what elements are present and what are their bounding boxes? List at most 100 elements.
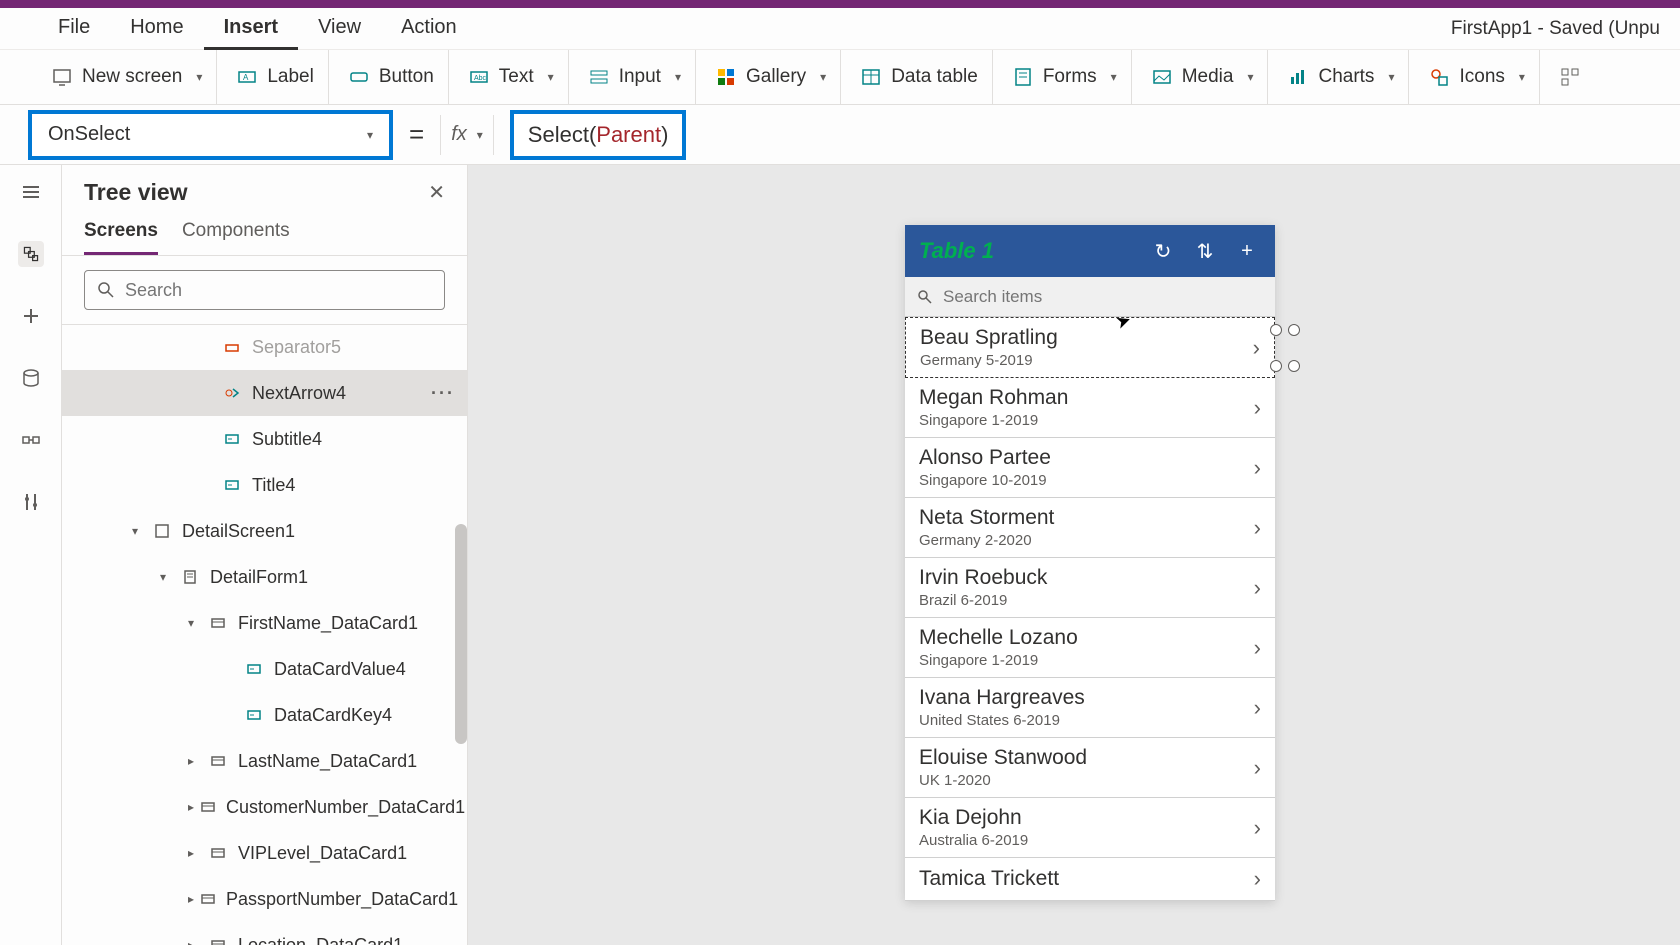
chevron-right-icon[interactable]: › xyxy=(1254,866,1261,892)
chevron-right-icon[interactable]: › xyxy=(1254,455,1261,481)
gallery-item-title: Ivana Hargreaves xyxy=(919,686,1254,710)
gallery-item[interactable]: Alonso ParteeSingapore 10-2019› xyxy=(905,438,1275,498)
expand-icon[interactable]: ▸ xyxy=(188,846,202,860)
formula-paren-close: ) xyxy=(661,122,668,148)
chevron-right-icon[interactable]: › xyxy=(1254,635,1261,661)
tree-item[interactable]: Title4 xyxy=(62,462,467,508)
preview-search[interactable] xyxy=(905,277,1275,317)
property-dropdown[interactable]: OnSelect ▾ xyxy=(28,110,393,160)
chevron-right-icon[interactable]: › xyxy=(1253,335,1260,361)
chevron-right-icon[interactable]: › xyxy=(1254,815,1261,841)
media-button[interactable]: Media ▾ xyxy=(1138,50,1269,104)
canvas[interactable]: Table 1 ↻ ⇅ + Beau SpratlingGermany 5-20… xyxy=(468,165,1680,945)
tree-item[interactable]: Subtitle4 xyxy=(62,416,467,462)
chevron-right-icon[interactable]: › xyxy=(1254,695,1261,721)
menu-insert[interactable]: Insert xyxy=(204,8,298,50)
gallery-item[interactable]: Neta StormentGermany 2-2020› xyxy=(905,498,1275,558)
button-button[interactable]: Button xyxy=(335,50,449,104)
property-value: OnSelect xyxy=(48,123,130,146)
scrollbar-thumb[interactable] xyxy=(455,524,467,744)
gallery-item-subtitle: UK 1-2020 xyxy=(919,772,1254,789)
tree-item-label: LastName_DataCard1 xyxy=(238,751,417,772)
expand-icon[interactable]: ▾ xyxy=(132,524,146,538)
connector-icon[interactable] xyxy=(18,427,44,453)
forms-button[interactable]: Forms ▾ xyxy=(999,50,1132,104)
text-button[interactable]: Abc Text ▾ xyxy=(455,50,569,104)
fx-button[interactable]: fx ▾ xyxy=(440,115,494,155)
gallery-item[interactable]: Kia DejohnAustralia 6-2019› xyxy=(905,798,1275,858)
expand-icon[interactable]: ▾ xyxy=(160,570,174,584)
ribbon: New screen ▾ A Label Button Abc Text ▾ I… xyxy=(0,50,1680,105)
gallery-button[interactable]: Gallery ▾ xyxy=(702,50,841,104)
new-screen-button[interactable]: New screen ▾ xyxy=(38,50,217,104)
menu-view[interactable]: View xyxy=(298,8,381,50)
tree-item[interactable]: NextArrow4··· xyxy=(62,370,467,416)
expand-icon[interactable]: ▸ xyxy=(188,892,194,906)
tree-view-icon[interactable] xyxy=(18,241,44,267)
tree-item-label: Separator5 xyxy=(252,337,341,358)
tree-item[interactable]: ▸Location_DataCard1 xyxy=(62,922,467,945)
formula-input[interactable]: Select(Parent) xyxy=(510,110,687,160)
gallery-item[interactable]: Tamica Trickett› xyxy=(905,858,1275,901)
label-button[interactable]: A Label xyxy=(223,50,329,104)
database-icon[interactable] xyxy=(18,365,44,391)
menu-file[interactable]: File xyxy=(38,8,110,50)
add-icon[interactable] xyxy=(18,303,44,329)
chevron-right-icon[interactable]: › xyxy=(1254,755,1261,781)
gallery-item[interactable]: Megan RohmanSingapore 1-2019› xyxy=(905,378,1275,438)
tree-item[interactable]: ▸ LastName_DataCard1 xyxy=(62,738,467,784)
tree-item[interactable]: DataCardKey4 xyxy=(62,692,467,738)
data-table-button[interactable]: Data table xyxy=(847,50,993,104)
expand-icon[interactable]: ▸ xyxy=(188,800,194,814)
tab-screens[interactable]: Screens xyxy=(84,220,158,255)
gallery-item[interactable]: Elouise StanwoodUK 1-2020› xyxy=(905,738,1275,798)
chevron-down-icon: ▾ xyxy=(1247,70,1253,84)
input-button[interactable]: Input ▾ xyxy=(575,50,696,104)
search-icon xyxy=(97,281,115,299)
tree-item-label: DataCardValue4 xyxy=(274,659,406,680)
tree-item[interactable]: DataCardValue4 xyxy=(62,646,467,692)
tree-item[interactable]: Separator5 xyxy=(62,324,467,370)
tree-item[interactable]: ▸PassportNumber_DataCard1 xyxy=(62,876,467,922)
gallery-item-subtitle: United States 6-2019 xyxy=(919,712,1254,729)
chevron-right-icon[interactable]: › xyxy=(1254,575,1261,601)
expand-icon[interactable]: ▸ xyxy=(188,754,202,768)
tree-item[interactable]: ▸CustomerNumber_DataCard1 xyxy=(62,784,467,830)
add-icon[interactable]: + xyxy=(1233,240,1261,263)
menu-home[interactable]: Home xyxy=(110,8,203,50)
expand-icon[interactable]: ▸ xyxy=(188,938,202,945)
tab-components[interactable]: Components xyxy=(182,220,290,255)
sort-icon[interactable]: ⇅ xyxy=(1191,239,1219,264)
refresh-icon[interactable]: ↻ xyxy=(1149,239,1177,264)
text-icon: Abc xyxy=(469,67,489,87)
tree-item[interactable]: ▾FirstName_DataCard1 xyxy=(62,600,467,646)
tree-search-input[interactable] xyxy=(125,280,432,301)
charts-button[interactable]: Charts ▾ xyxy=(1274,50,1409,104)
expand-icon[interactable]: ▾ xyxy=(188,616,202,630)
tree-item[interactable]: ▾DetailScreen1 xyxy=(62,508,467,554)
gallery-item[interactable]: Ivana Hargreaves United States 6-2019› xyxy=(905,678,1275,738)
gallery-item[interactable]: Irvin RoebuckBrazil 6-2019› xyxy=(905,558,1275,618)
tree-search[interactable] xyxy=(84,270,445,310)
menu-action[interactable]: Action xyxy=(381,8,477,50)
tree-item-label: Title4 xyxy=(252,475,295,496)
close-icon[interactable]: ✕ xyxy=(428,180,445,205)
gallery-item-subtitle: Germany 5-2019 xyxy=(920,352,1253,369)
gallery-item[interactable]: Beau SpratlingGermany 5-2019› xyxy=(905,317,1275,378)
tree-item[interactable]: ▾ DetailForm1 xyxy=(62,554,467,600)
media-btn-label: Media xyxy=(1182,66,1234,88)
chevron-right-icon[interactable]: › xyxy=(1254,395,1261,421)
tree-item[interactable]: ▸VIPLevel_DataCard1 xyxy=(62,830,467,876)
chevron-right-icon[interactable]: › xyxy=(1254,515,1261,541)
preview-search-input[interactable] xyxy=(943,287,1263,307)
hamburger-icon[interactable] xyxy=(18,179,44,205)
gallery-item[interactable]: Mechelle LozanoSingapore 1-2019› xyxy=(905,618,1275,678)
card-icon xyxy=(208,843,228,863)
card-icon xyxy=(208,935,228,945)
tree-item-label: DetailForm1 xyxy=(210,567,308,588)
tools-icon[interactable] xyxy=(18,489,44,515)
icons-button[interactable]: Icons ▾ xyxy=(1415,50,1539,104)
more-icon[interactable]: ··· xyxy=(431,383,455,404)
gallery-item-title: Mechelle Lozano xyxy=(919,626,1254,650)
more-button[interactable] xyxy=(1546,50,1594,104)
